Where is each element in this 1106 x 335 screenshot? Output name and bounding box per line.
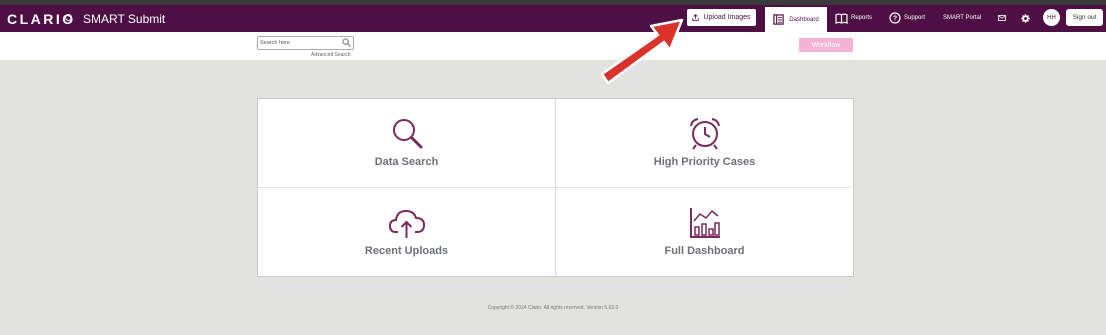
alarm-clock-icon: [689, 118, 720, 150]
user-avatar[interactable]: HH: [1043, 9, 1060, 26]
nav-messages[interactable]: [998, 8, 1006, 28]
reports-label: Reports: [851, 15, 873, 21]
tile-full-dashboard[interactable]: Full Dashboard: [556, 188, 853, 276]
search-box: [257, 36, 354, 50]
support-label: Support: [904, 15, 926, 21]
sign-out-button[interactable]: Sign out: [1066, 9, 1103, 26]
book-icon: [835, 13, 848, 24]
logo-dot-icon: [65, 14, 72, 21]
tile-label-full-dashboard: Full Dashboard: [664, 245, 745, 257]
tile-label-data-search: Data Search: [374, 156, 439, 168]
search-input[interactable]: [260, 38, 336, 48]
smart-portal-label: SMART Portal: [943, 15, 982, 21]
nav-support[interactable]: ? Support: [889, 8, 925, 28]
envelope-icon: [998, 15, 1006, 21]
dashboard-tile-grid: Data Search High Priority Cases Recent U…: [257, 98, 854, 277]
footer-copyright: Copyright © 2024 Clario. All rights rese…: [487, 305, 619, 311]
search-toolbar: Advanced Search Workflow: [0, 32, 1106, 60]
tile-recent-uploads[interactable]: Recent Uploads: [258, 188, 555, 276]
nav-settings[interactable]: [1021, 8, 1030, 28]
upload-images-label: Upload Images: [703, 14, 751, 21]
nav-smart-portal[interactable]: SMART Portal: [943, 8, 981, 28]
advanced-search-link[interactable]: Advanced Search: [311, 52, 350, 58]
nav-reports[interactable]: Reports: [835, 8, 872, 28]
dashboard-icon: [773, 14, 784, 25]
tile-data-search[interactable]: Data Search: [258, 99, 555, 187]
top-navbar: CLARIO SMART Submit Upload Images Dashbo…: [0, 5, 1106, 32]
search-icon[interactable]: [342, 38, 351, 47]
gear-icon: [1021, 13, 1030, 23]
nav-dashboard-tab[interactable]: Dashboard: [765, 7, 827, 32]
tile-label-high-priority: High Priority Cases: [653, 156, 756, 168]
help-circle-icon: ?: [889, 12, 901, 24]
tile-label-recent-uploads: Recent Uploads: [364, 245, 449, 257]
magnifier-icon: [392, 119, 422, 149]
cloud-upload-icon: [388, 209, 425, 238]
tile-high-priority-cases[interactable]: High Priority Cases: [556, 99, 853, 187]
app-name: SMART Submit: [83, 12, 166, 26]
svg-text:?: ?: [893, 16, 897, 23]
dashboard-label: Dashboard: [789, 16, 819, 23]
upload-images-button[interactable]: Upload Images: [687, 9, 756, 26]
bar-chart-icon: [689, 208, 720, 238]
upload-icon: [692, 14, 700, 21]
workflow-button[interactable]: Workflow: [799, 38, 853, 52]
